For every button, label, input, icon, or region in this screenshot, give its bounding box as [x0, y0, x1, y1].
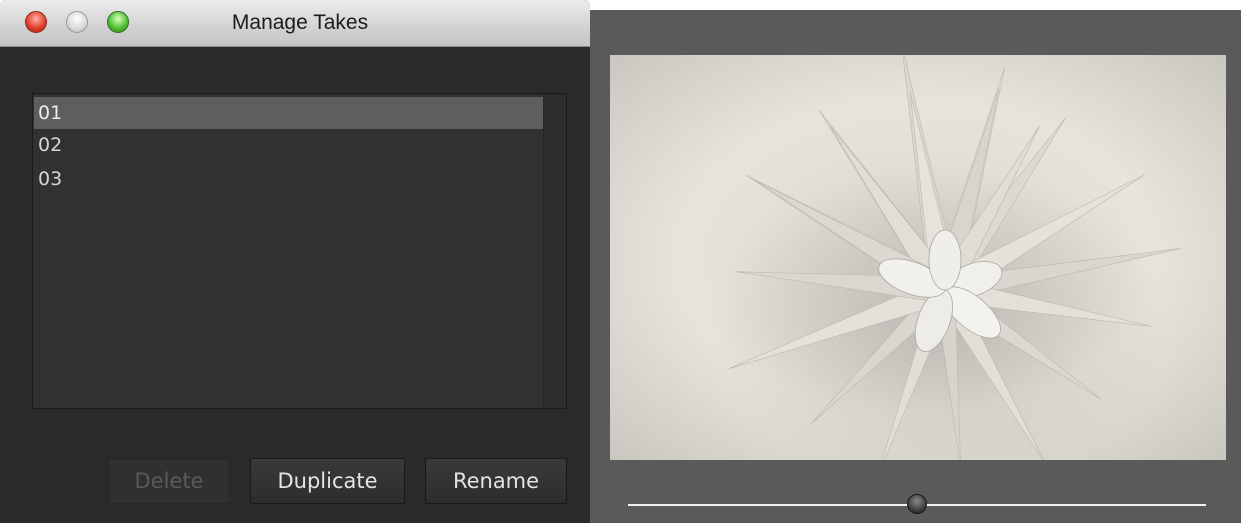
- takes-list-scrollbar[interactable]: [543, 94, 566, 408]
- take-item-03[interactable]: 03: [34, 163, 544, 195]
- scrubber-knob[interactable]: [907, 494, 927, 514]
- delete-button[interactable]: Delete: [108, 458, 230, 504]
- take-item-02[interactable]: 02: [34, 129, 544, 161]
- duplicate-button[interactable]: Duplicate: [250, 458, 405, 504]
- viewer-top-gap: [590, 0, 1241, 10]
- manage-takes-window: Manage Takes 01 02 03 Delete Duplicate R…: [0, 0, 590, 523]
- preview-viewer: [590, 0, 1241, 523]
- rename-button[interactable]: Rename: [425, 458, 567, 504]
- title-bar[interactable]: Manage Takes: [0, 0, 590, 47]
- takes-list[interactable]: 01 02 03: [32, 93, 567, 409]
- window-title: Manage Takes: [231, 11, 369, 34]
- preview-photo: [610, 55, 1226, 460]
- take-item-01[interactable]: 01: [34, 97, 544, 129]
